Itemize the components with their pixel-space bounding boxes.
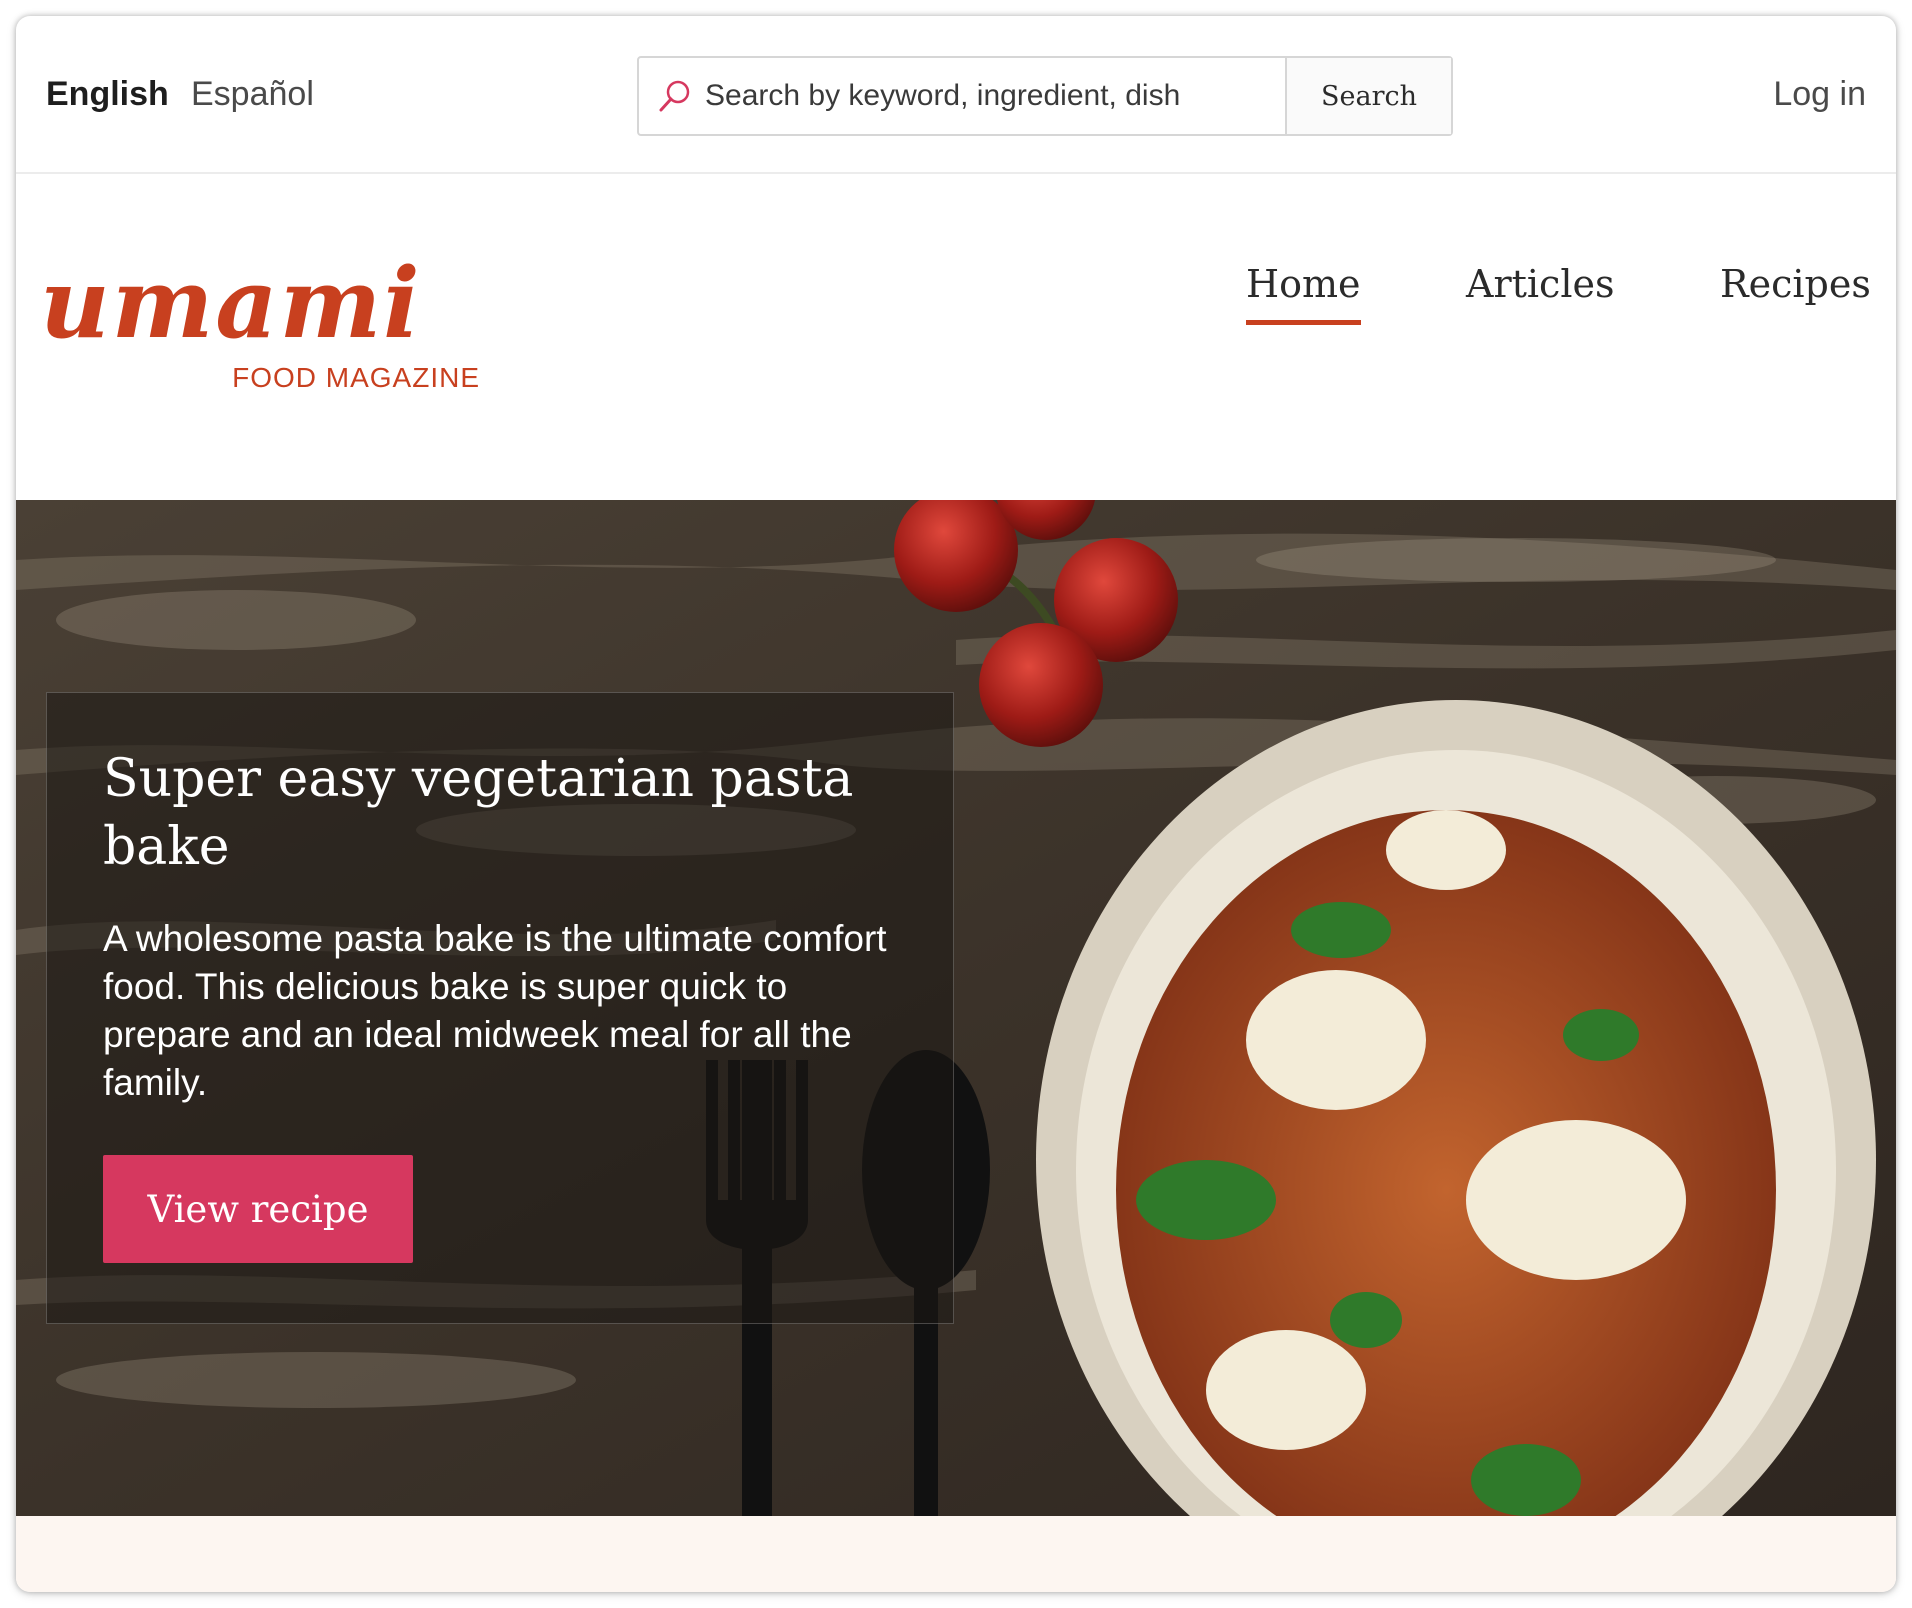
browser-page: English Español Search Log in umami FOOD… <box>16 16 1896 1592</box>
language-english-link[interactable]: English <box>46 74 169 114</box>
view-recipe-button[interactable]: View recipe <box>103 1155 413 1263</box>
nav-item-home[interactable]: Home <box>1246 262 1361 325</box>
login-link[interactable]: Log in <box>1773 74 1866 114</box>
search-input[interactable] <box>705 58 1265 134</box>
nav-item-label: Articles <box>1466 262 1615 306</box>
top-utility-bar: English Español Search Log in <box>16 16 1896 174</box>
logo-wordmark: umami <box>40 247 422 360</box>
site-header: umami FOOD MAGAZINE Home Articles Recipe… <box>16 174 1896 500</box>
hero-description: A wholesome pasta bake is the ultimate c… <box>103 918 887 1103</box>
nav-item-articles[interactable]: Articles <box>1466 262 1614 306</box>
nav-item-recipes[interactable]: Recipes <box>1720 262 1871 306</box>
hero-title: Super easy vegetarian pasta bake <box>103 749 854 877</box>
search-bar: Search <box>637 56 1453 136</box>
content-band <box>16 1516 1896 1592</box>
nav-item-label: Home <box>1246 262 1361 306</box>
search-icon <box>657 78 693 114</box>
logo-tagline: FOOD MAGAZINE <box>232 362 480 393</box>
umami-logo[interactable]: umami FOOD MAGAZINE <box>40 254 480 404</box>
hero-banner: Super easy vegetarian pasta bake A whole… <box>16 500 1896 1516</box>
active-nav-indicator <box>1246 320 1361 325</box>
language-spanish-link[interactable]: Español <box>191 74 314 114</box>
nav-item-label: Recipes <box>1720 262 1871 306</box>
search-button[interactable]: Search <box>1285 58 1451 134</box>
hero-card: Super easy vegetarian pasta bake A whole… <box>46 692 954 1324</box>
